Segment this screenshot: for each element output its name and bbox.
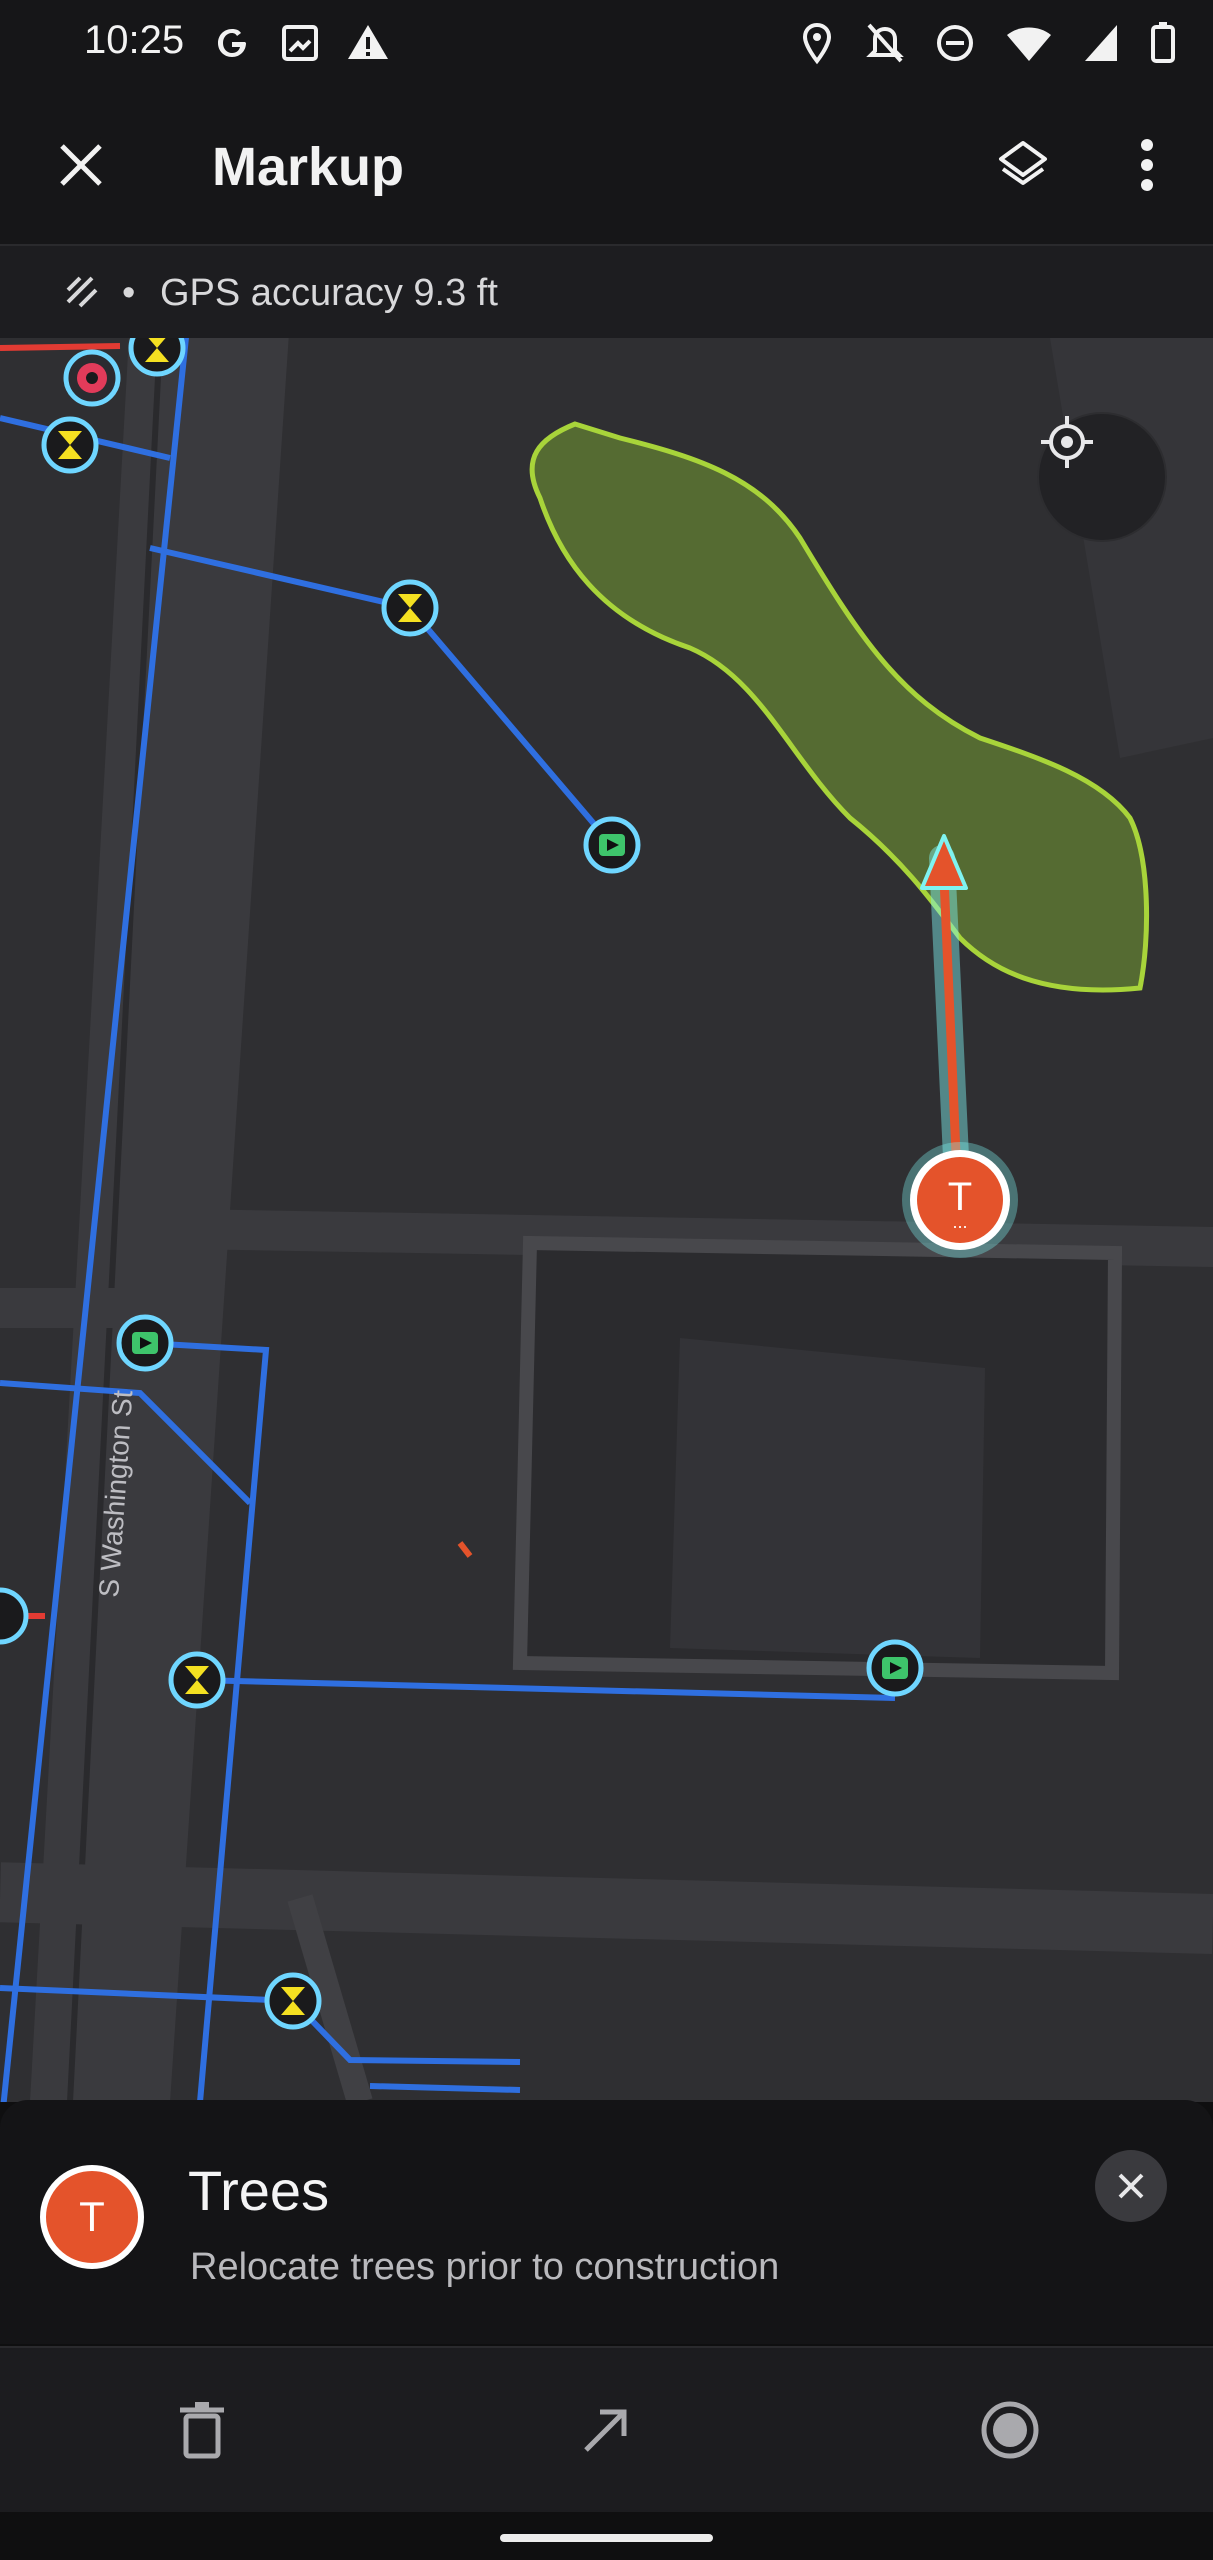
arrow-tool-button[interactable] <box>556 2380 656 2480</box>
crosshair-icon <box>1041 416 1093 468</box>
meter-marker[interactable] <box>583 816 641 874</box>
red-line <box>0 343 121 351</box>
markup-description: Relocate trees prior to construction <box>190 2246 780 2288</box>
status-time: 10:25 <box>84 18 185 62</box>
building-inner <box>670 1338 985 1658</box>
gallery-icon <box>282 25 318 61</box>
valve-marker[interactable] <box>128 338 186 377</box>
close-icon <box>60 144 102 186</box>
arrow-icon <box>584 2409 627 2452</box>
markup-toolbar <box>0 2346 1213 2512</box>
my-location-button[interactable] <box>1039 414 1165 540</box>
google-icon <box>218 29 246 57</box>
status-bar: 10:25 <box>0 0 1213 86</box>
warning-icon <box>348 25 388 59</box>
hydrant-marker[interactable] <box>63 349 121 407</box>
layers-icon <box>999 141 1047 185</box>
close-button[interactable] <box>36 120 126 210</box>
gps-separator: • <box>122 272 136 314</box>
markup-details-sheet[interactable]: T Trees Relocate trees prior to construc… <box>0 2100 1213 2344</box>
gps-satellite-icon <box>66 276 98 308</box>
more-options-button[interactable] <box>1102 120 1192 210</box>
notifications-off-icon <box>866 23 904 63</box>
valve-marker[interactable] <box>264 1972 322 2030</box>
location-icon <box>802 22 832 65</box>
markup-title: Trees <box>188 2159 330 2222</box>
point-tool-button[interactable] <box>960 2380 1060 2480</box>
gps-accuracy-text: GPS accuracy 9.3 ft <box>160 272 498 314</box>
app-bar: Markup <box>0 86 1213 246</box>
valve-marker[interactable] <box>168 1651 226 1709</box>
selected-markup-marker[interactable]: T ... <box>902 1142 1018 1258</box>
map-view[interactable]: S Washington St T ... <box>0 338 1213 2102</box>
wifi-icon <box>1007 27 1051 61</box>
gps-status-bar: • GPS accuracy 9.3 ft <box>0 246 1213 340</box>
markup-avatar: T <box>40 2165 144 2269</box>
trash-icon <box>180 2402 224 2459</box>
more-vert-icon <box>1141 139 1153 191</box>
map-canvas[interactable]: S Washington St T ... <box>0 338 1213 2102</box>
meter-marker[interactable] <box>866 1639 924 1697</box>
battery-icon <box>1151 22 1175 63</box>
signal-icon <box>1085 25 1117 61</box>
marker-dots: ... <box>952 1212 967 1232</box>
do-not-disturb-icon <box>937 25 973 61</box>
valve-marker[interactable] <box>381 579 439 637</box>
status-icons-left <box>210 18 390 68</box>
road-side <box>0 1288 130 1328</box>
status-icons-right <box>797 18 1177 68</box>
delete-button[interactable] <box>152 2380 252 2480</box>
record-circle-icon <box>981 2401 1039 2459</box>
page-title: Markup <box>212 137 405 197</box>
meter-marker[interactable] <box>116 1314 174 1372</box>
close-icon <box>1118 2173 1144 2199</box>
gesture-nav-handle[interactable] <box>500 2534 713 2542</box>
layers-button[interactable] <box>978 120 1068 210</box>
valve-marker[interactable] <box>41 416 99 474</box>
sheet-close-button[interactable] <box>1095 2150 1167 2222</box>
